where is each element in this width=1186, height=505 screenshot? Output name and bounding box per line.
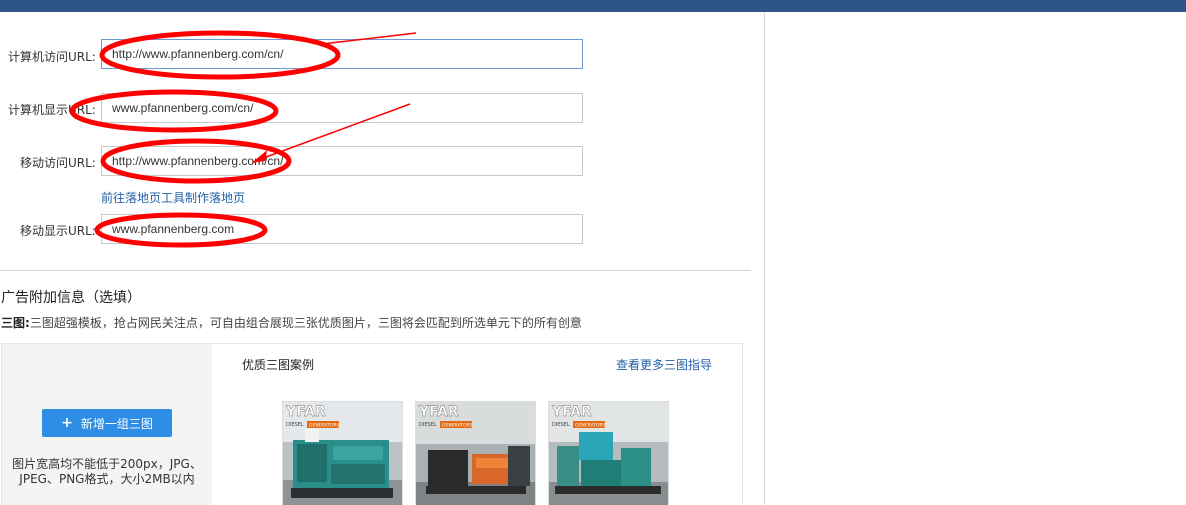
extra-info-title: 广告附加信息（选填） (1, 290, 141, 306)
pc-visit-url-input[interactable] (101, 39, 583, 69)
thumb-badge: GENERATORS (309, 423, 340, 429)
thumb-sub: DIESEL (552, 422, 570, 428)
pc-display-url-input[interactable] (101, 93, 583, 123)
thumb-sub: DIESEL (419, 422, 437, 428)
case-thumbnail-1[interactable]: YFAR DIESEL GENERATORS (282, 401, 403, 505)
upload-hint-line-2: JPEG、PNG格式，大小2MB以内 (19, 472, 195, 486)
upload-hint: 图片宽高均不能低于200px，JPG、 JPEG、PNG格式，大小2MB以内 (2, 457, 212, 487)
right-panel-divider (764, 12, 765, 505)
pc-display-url-label: 计算机显示URL: (8, 103, 96, 117)
three-image-panel: + 新增一组三图 图片宽高均不能低于200px，JPG、 JPEG、PNG格式，… (1, 343, 743, 505)
mobile-visit-url-input[interactable] (101, 146, 583, 176)
three-image-desc-text: 三图超强模板，抢占网民关注点，可自由组合展现三张优质图片，三图将会匹配到所选单元… (29, 316, 582, 330)
thumb-logo: YFAR (285, 404, 326, 420)
add-three-image-button[interactable]: + 新增一组三图 (42, 409, 172, 437)
three-image-description: 三图:三图超强模板，抢占网民关注点，可自由组合展现三张优质图片，三图将会匹配到所… (1, 314, 582, 331)
case-thumbnail-2[interactable]: YFAR DIESEL GENERATORS (415, 401, 536, 505)
pc-visit-url-label: 计算机访问URL: (8, 50, 96, 64)
thumb-badge: GENERATORS (442, 423, 473, 429)
quality-cases-title: 优质三图案例 (242, 358, 315, 372)
mobile-display-url-label: 移动显示URL: (20, 224, 96, 238)
top-bar (0, 0, 1186, 12)
generator-image: YFAR DIESEL GENERATORS (549, 402, 668, 505)
case-thumbnail-3[interactable]: YFAR DIESEL GENERATORS (548, 401, 669, 505)
more-three-image-guide-link[interactable]: 查看更多三图指导 (616, 356, 712, 373)
thumb-logo: YFAR (551, 404, 592, 420)
generator-image: YFAR DIESEL GENERATORS (416, 402, 535, 505)
thumb-logo: YFAR (418, 404, 459, 420)
section-divider (0, 270, 751, 271)
mobile-display-url-input[interactable] (101, 214, 583, 244)
thumb-sub: DIESEL (286, 422, 304, 428)
upload-zone: + 新增一组三图 图片宽高均不能低于200px，JPG、 JPEG、PNG格式，… (2, 344, 212, 505)
mobile-visit-url-label: 移动访问URL: (20, 156, 96, 170)
plus-icon: + (61, 415, 73, 431)
landing-page-tool-link[interactable]: 前往落地页工具制作落地页 (101, 189, 245, 206)
generator-image: YFAR DIESEL GENERATORS (283, 402, 402, 505)
add-three-image-label: 新增一组三图 (80, 416, 153, 431)
three-image-desc-prefix: 三图: (1, 316, 30, 330)
upload-hint-line-1: 图片宽高均不能低于200px，JPG、 (12, 457, 202, 471)
thumb-badge: GENERATORS (575, 423, 606, 429)
